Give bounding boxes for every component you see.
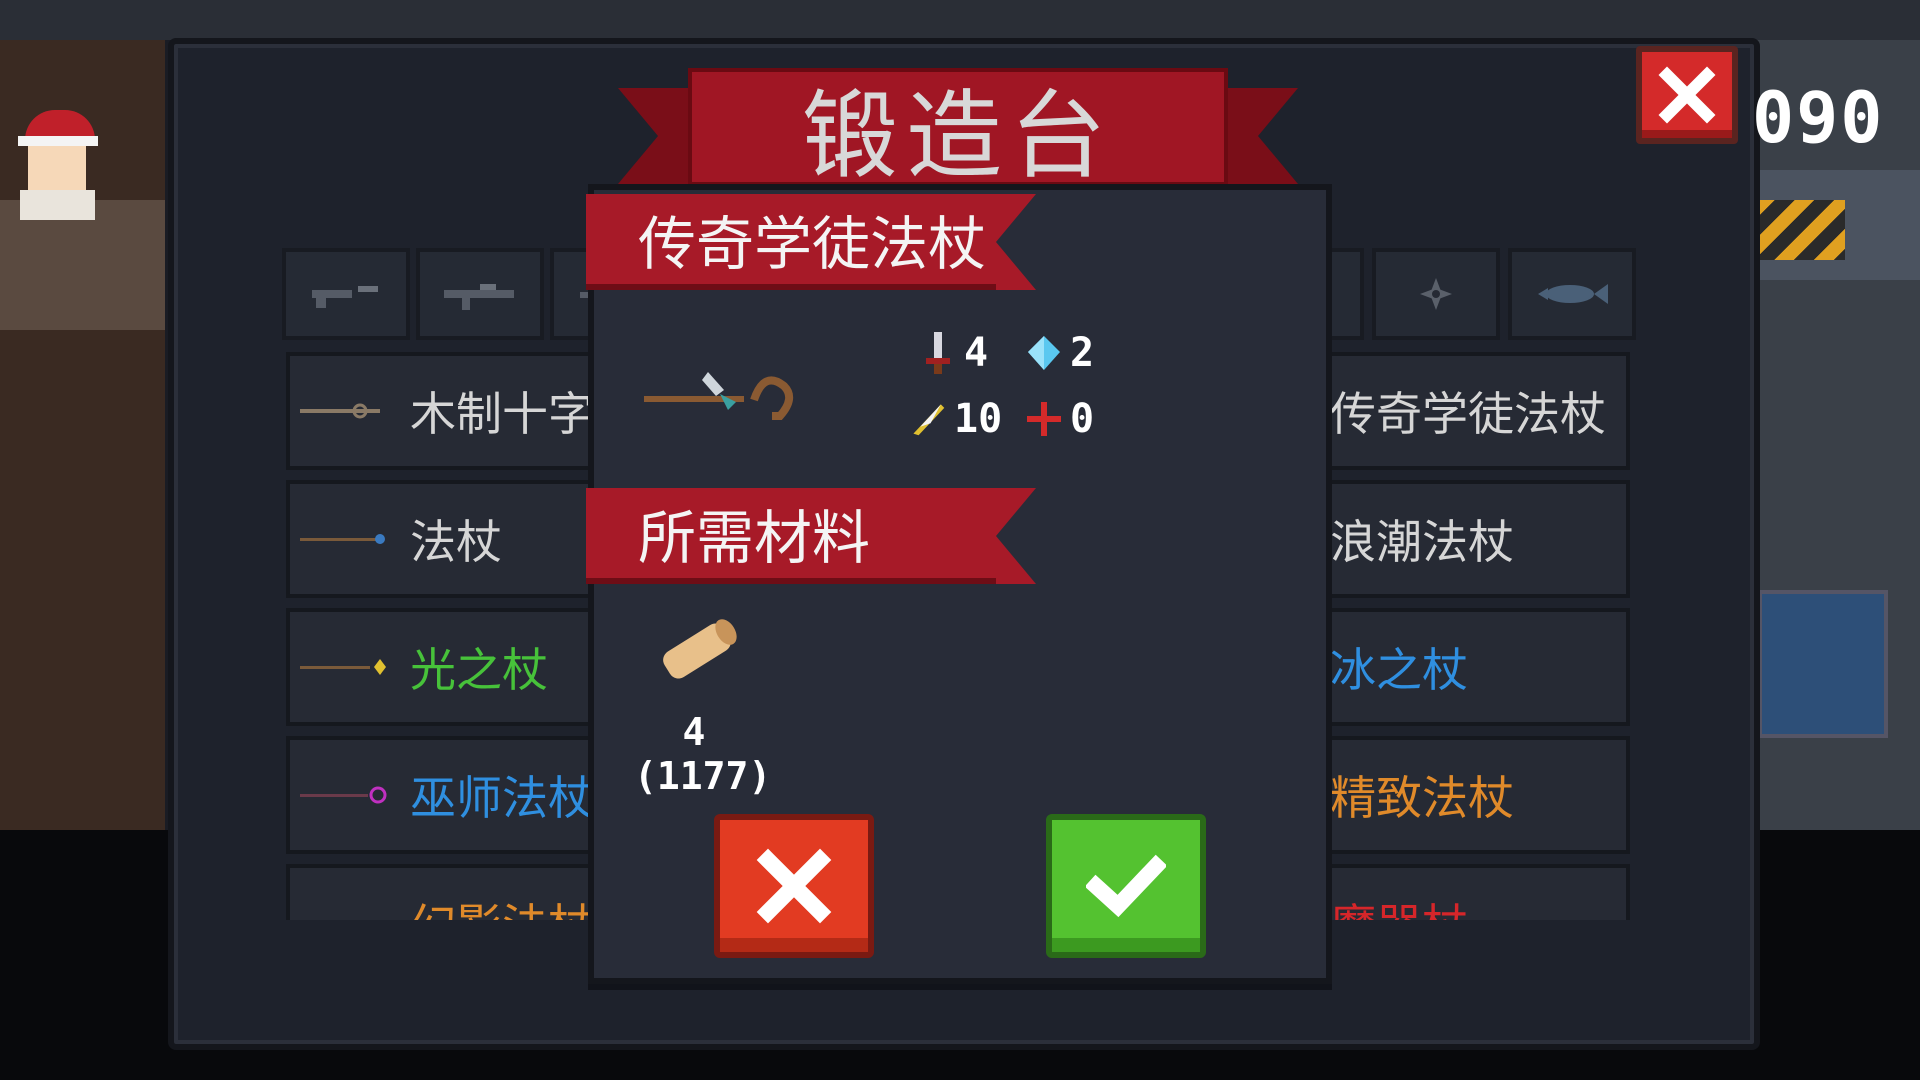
weapon-name-left: 幻影法杖 <box>410 890 594 920</box>
weapon-name-left: 法杖 <box>410 515 502 569</box>
weapon-name-right: 传奇学徒法杖 <box>1330 387 1606 441</box>
light-staff-icon <box>300 659 386 675</box>
staff-icon <box>300 534 385 544</box>
tab-shuriken[interactable] <box>1372 248 1500 340</box>
bg-top-wall <box>0 0 1920 40</box>
weapon-name-right: 精致法杖 <box>1330 771 1514 825</box>
shuriken-icon <box>1420 278 1452 310</box>
legendary-apprentice-staff-icon <box>644 372 794 420</box>
material-required: 4 <box>682 710 706 754</box>
weapon-name-left: 光之杖 <box>410 643 548 697</box>
materials-ribbon: 所需材料 <box>586 488 1036 584</box>
checkmark-icon <box>1086 854 1166 918</box>
weapon-name-left: 木制十字 <box>410 387 594 441</box>
pistol-icon <box>312 286 378 308</box>
crit-feather-icon <box>913 404 945 436</box>
accuracy-stat: 0 <box>1026 396 1094 442</box>
fish-icon <box>1538 284 1608 304</box>
close-icon <box>756 848 832 924</box>
weapon-name-right: 浪潮法杖 <box>1330 515 1514 569</box>
tab-rifle[interactable] <box>416 248 544 340</box>
forge-title-banner: 锻造台 <box>618 68 1298 192</box>
phantom-staff-icon <box>300 913 390 920</box>
material-count: 4 (1177) <box>634 710 772 798</box>
weapon-name: 传奇学徒法杖 <box>638 210 987 278</box>
confirm-button[interactable] <box>1046 814 1206 958</box>
gem-counter: 090 <box>1752 77 1885 159</box>
material-owned: (1177) <box>634 754 772 798</box>
weapon-name-left: 巫师法杖 <box>410 771 594 825</box>
weapon-name-right: 魔器杖 <box>1330 890 1468 920</box>
tab-pistol[interactable] <box>282 248 410 340</box>
bg-right-screen <box>1758 590 1888 738</box>
materials-label: 所需材料 <box>638 504 871 572</box>
wizard-staff-icon <box>300 786 387 804</box>
bg-hazard-stripe <box>1755 200 1845 260</box>
sword-icon <box>926 332 950 374</box>
close-button[interactable] <box>1636 46 1738 144</box>
weapon-name-right: 冰之杖 <box>1330 643 1468 697</box>
crit-stat: 10 <box>910 396 1002 442</box>
tab-fish[interactable] <box>1508 248 1636 340</box>
crosshair-icon <box>1027 402 1061 436</box>
weapon-name-ribbon: 传奇学徒法杖 <box>586 194 1036 290</box>
rifle-icon <box>444 284 514 310</box>
energy-stat: 2 <box>1026 330 1094 376</box>
close-icon <box>1658 66 1716 124</box>
wooden-cross-icon <box>300 403 380 419</box>
forge-confirm-dialog: 传奇学徒法杖 4 2 10 0 所需材料 4 (1177) <box>586 184 1332 984</box>
wood-material-icon <box>663 619 737 679</box>
cancel-button[interactable] <box>714 814 874 958</box>
page-title: 锻造台 <box>688 68 1228 192</box>
energy-crystal-icon <box>1028 336 1060 370</box>
damage-stat: 4 <box>920 330 988 376</box>
santa-character <box>10 110 100 220</box>
